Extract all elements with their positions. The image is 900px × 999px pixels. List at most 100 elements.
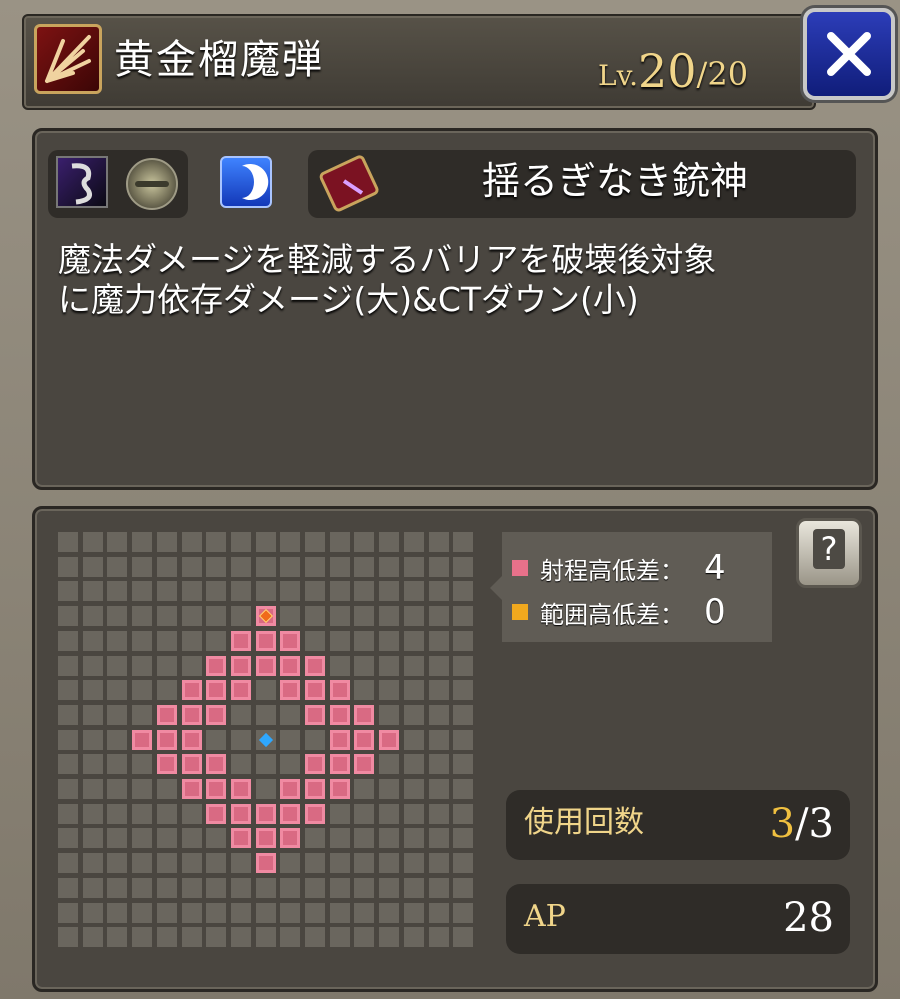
range-cell xyxy=(206,655,227,676)
grid-cell xyxy=(107,630,128,651)
range-cell xyxy=(206,680,227,701)
range-cell xyxy=(329,754,350,775)
grid-cell xyxy=(403,927,424,948)
grid-cell xyxy=(82,729,103,750)
grid-cell xyxy=(255,581,276,602)
grid-cell xyxy=(354,532,375,552)
caster-marker xyxy=(258,732,273,747)
range-cell xyxy=(305,655,325,676)
grid-cell xyxy=(58,581,78,602)
grid-cell xyxy=(58,630,78,651)
grid-cell xyxy=(132,779,153,799)
dark-element-icon xyxy=(56,156,108,208)
range-cell xyxy=(305,779,325,799)
grid-cell xyxy=(107,680,128,701)
range-cell xyxy=(181,704,202,725)
grid-cell xyxy=(230,729,251,750)
range-cell xyxy=(206,704,227,725)
grid-cell xyxy=(453,655,474,676)
grid-cell xyxy=(428,606,449,627)
grid-cell xyxy=(428,803,449,824)
grid-cell xyxy=(230,581,251,602)
grid-cell xyxy=(354,606,375,627)
grid-cell xyxy=(82,630,103,651)
legend-value: 4 xyxy=(704,548,726,588)
grid-cell xyxy=(206,853,227,874)
grid-cell xyxy=(329,877,350,898)
grid-cell xyxy=(132,927,153,948)
grid-cell xyxy=(428,902,449,923)
grid-cell xyxy=(354,853,375,874)
grid-cell xyxy=(453,704,474,725)
grid-cell xyxy=(280,581,301,602)
range-cell xyxy=(280,803,301,824)
grid-cell xyxy=(156,655,177,676)
grid-cell xyxy=(206,630,227,651)
grid-cell xyxy=(305,606,325,627)
grid-cell xyxy=(132,655,153,676)
grid-cell xyxy=(403,779,424,799)
grid-cell xyxy=(379,606,400,627)
grid-cell xyxy=(403,606,424,627)
grid-cell xyxy=(453,927,474,948)
grid-cell xyxy=(305,581,325,602)
grid-cell xyxy=(255,704,276,725)
grid-cell xyxy=(206,902,227,923)
range-cell xyxy=(354,729,375,750)
grid-cell xyxy=(280,877,301,898)
grid-cell xyxy=(428,556,449,577)
range-cell xyxy=(255,630,276,651)
grid-cell xyxy=(156,606,177,627)
grid-cell xyxy=(428,754,449,775)
grid-cell xyxy=(329,556,350,577)
grid-cell xyxy=(403,729,424,750)
skill-title: 黄金榴魔弾 xyxy=(114,37,324,83)
range-cell xyxy=(280,828,301,849)
grid-cell xyxy=(453,556,474,577)
grid-cell xyxy=(58,877,78,898)
grid-cell xyxy=(82,754,103,775)
grid-cell xyxy=(305,877,325,898)
grid-cell xyxy=(305,630,325,651)
grid-cell xyxy=(58,606,78,627)
grid-cell xyxy=(107,828,128,849)
grid-cell xyxy=(305,853,325,874)
grid-cell xyxy=(230,532,251,552)
grid-cell xyxy=(107,927,128,948)
close-button[interactable] xyxy=(803,8,895,100)
grid-cell xyxy=(280,556,301,577)
grid-cell xyxy=(305,902,325,923)
target-cell xyxy=(255,606,276,627)
grid-cell xyxy=(181,655,202,676)
grid-cell xyxy=(428,680,449,701)
range-cell xyxy=(156,704,177,725)
range-cell xyxy=(305,680,325,701)
grid-cell xyxy=(132,902,153,923)
grid-cell xyxy=(354,927,375,948)
ap-value: 28 xyxy=(783,895,834,941)
grid-cell xyxy=(428,630,449,651)
range-cell xyxy=(255,828,276,849)
close-icon xyxy=(827,32,871,76)
grid-cell xyxy=(379,803,400,824)
grid-cell xyxy=(379,779,400,799)
grid-cell xyxy=(58,754,78,775)
range-cell xyxy=(354,754,375,775)
range-cell xyxy=(354,704,375,725)
grid-cell xyxy=(181,828,202,849)
grid-cell xyxy=(403,754,424,775)
skill-category-icon xyxy=(34,24,102,94)
range-cell xyxy=(206,779,227,799)
help-button[interactable]: ? xyxy=(796,518,862,588)
grid-cell xyxy=(107,556,128,577)
range-cell xyxy=(305,803,325,824)
grid-cell xyxy=(58,704,78,725)
level-current: 20 xyxy=(638,44,697,98)
grid-cell xyxy=(329,853,350,874)
grid-cell xyxy=(82,803,103,824)
grid-cell xyxy=(58,729,78,750)
grid-cell xyxy=(428,581,449,602)
grid-cell xyxy=(58,902,78,923)
grid-cell xyxy=(305,828,325,849)
grid-cell xyxy=(453,902,474,923)
